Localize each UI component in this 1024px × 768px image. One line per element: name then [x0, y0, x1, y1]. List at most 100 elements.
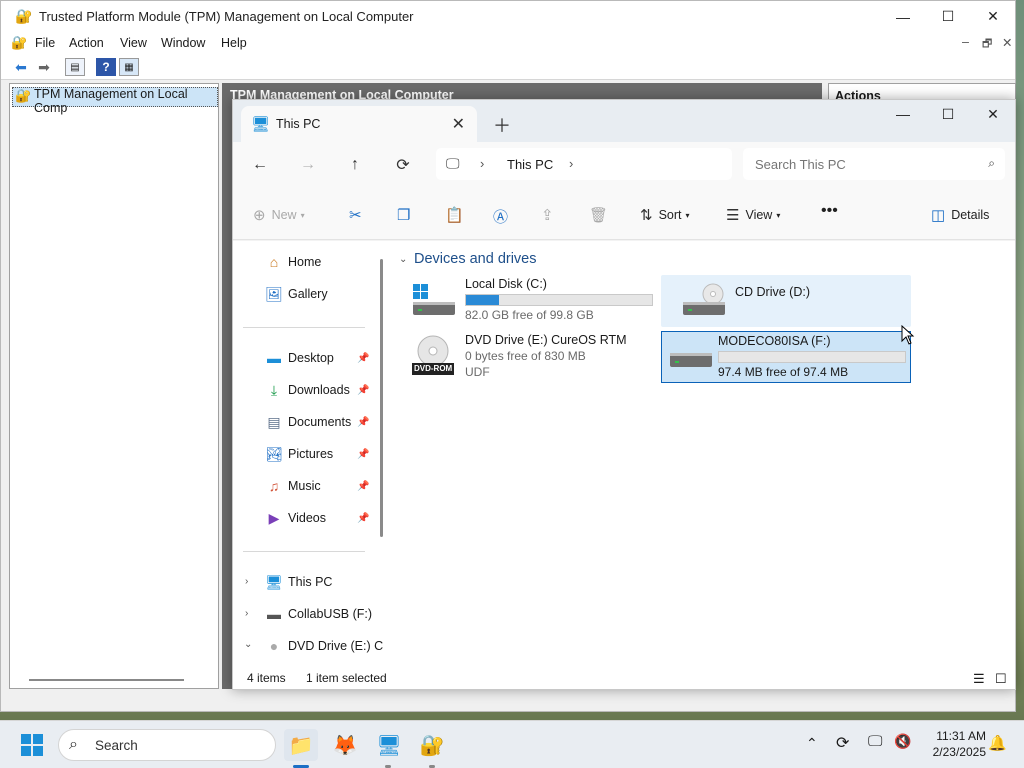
minimize-icon: —	[896, 106, 910, 122]
drive-local-disk-c[interactable]: Local Disk (C:) 82.0 GB free of 99.8 GB	[391, 275, 656, 327]
view-button[interactable]: ☰ View ▾	[726, 206, 780, 224]
show-hide-action-pane-icon[interactable]: ▦	[119, 58, 139, 76]
pin-icon: 📌	[357, 449, 370, 460]
notification-bell-icon[interactable]: 🔔	[988, 734, 1007, 752]
nav-label: CollabUSB (F:)	[288, 607, 373, 621]
paste-button[interactable]: 📋	[445, 206, 470, 224]
nav-item-music[interactable]: ♫ Music	[265, 475, 321, 497]
nav-item-home[interactable]: ⌂ Home	[265, 251, 322, 273]
back-icon[interactable]: ←	[248, 155, 272, 175]
menu-action[interactable]: Action	[69, 36, 104, 50]
see-more-button[interactable]: •••	[821, 202, 838, 220]
start-button[interactable]	[15, 729, 49, 761]
chevron-right-icon[interactable]: ›	[480, 156, 484, 171]
group-collapse-icon[interactable]: ⌄	[399, 254, 407, 265]
explorer-maximize-button[interactable]: ☐	[925, 100, 971, 128]
nav-item-pictures[interactable]: 🏞 Pictures	[265, 443, 333, 465]
breadcrumb-this-pc[interactable]: This PC	[507, 157, 553, 172]
tab-close-icon[interactable]: ✕	[452, 114, 465, 134]
forward-arrow-icon[interactable]: ➡	[34, 58, 54, 76]
volume-muted-icon[interactable]: 🔇	[894, 733, 911, 750]
details-button[interactable]: ◫ Details	[931, 206, 989, 224]
sort-icon: ⇅	[640, 207, 653, 224]
clock-time: 11:31 AM	[936, 729, 986, 743]
child-close-icon[interactable]: ✕	[1002, 35, 1012, 50]
chevron-down-icon[interactable]: ⌄	[244, 639, 252, 650]
dvd-rom-badge: DVD-ROM	[414, 364, 453, 373]
taskbar-tpm-management[interactable]: 🔐	[415, 729, 449, 761]
explorer-close-button[interactable]: ✕	[970, 100, 1016, 128]
menu-window[interactable]: Window	[161, 36, 205, 50]
tab-strip: 🖥 This PC ✕ ＋ — ☐ ✕	[233, 100, 1015, 142]
child-restore-icon[interactable]: 🗗	[982, 35, 992, 54]
copy-button[interactable]: ❐	[397, 206, 416, 224]
cut-button[interactable]: ✂	[349, 206, 368, 224]
plus-icon: ⊕	[253, 207, 266, 224]
menu-view[interactable]: View	[120, 36, 147, 50]
delete-button[interactable]: 🗑	[589, 206, 614, 224]
nav-item-desktop[interactable]: ▬ Desktop	[265, 347, 334, 369]
chevron-right-icon[interactable]: ›	[245, 576, 248, 587]
selection-count: 1 item selected	[306, 671, 387, 685]
mouse-cursor-icon	[901, 325, 915, 345]
share-button[interactable]: ⇪	[541, 206, 560, 224]
clock[interactable]: 11:31 AM 2/23/2025	[933, 728, 986, 760]
menu-help[interactable]: Help	[221, 36, 247, 50]
chevron-up-icon[interactable]: ⌃	[806, 735, 818, 752]
back-arrow-icon[interactable]: ⬅	[11, 58, 31, 76]
sort-button[interactable]: ⇅ Sort ▾	[640, 206, 690, 224]
new-label: New	[271, 208, 297, 222]
nav-vertical-scrollbar[interactable]	[380, 259, 383, 537]
drive-dvd-e[interactable]: DVD-ROM DVD Drive (E:) CureOS RTM 0 byte…	[391, 331, 656, 383]
close-button[interactable]: ✕	[970, 1, 1016, 32]
forward-icon[interactable]: →	[296, 155, 320, 175]
control-panel-icon: 🖥	[376, 734, 402, 757]
new-button[interactable]: ⊕ New ▾	[253, 206, 305, 224]
chevron-right-icon[interactable]: ›	[245, 608, 248, 619]
mmc-doc-icon: 🔐	[11, 35, 28, 50]
child-minimize-icon[interactable]: –	[962, 35, 969, 49]
taskbar-search[interactable]: ⌕ Search	[58, 729, 276, 761]
explorer-minimize-button[interactable]: —	[880, 100, 926, 128]
up-icon[interactable]: ↑	[343, 155, 367, 175]
taskbar-file-explorer[interactable]: 📁	[284, 729, 318, 761]
share-icon: ⇪	[541, 207, 554, 224]
nav-item-documents[interactable]: ▤ Documents	[265, 411, 351, 433]
network-icon[interactable]: 🖵	[868, 733, 882, 750]
help-icon[interactable]: ?	[96, 58, 116, 76]
nav-label: Desktop	[288, 351, 334, 365]
nav-item-collabusb[interactable]: ▬ CollabUSB (F:)	[265, 603, 372, 625]
new-tab-icon[interactable]: ＋	[493, 112, 511, 138]
address-bar[interactable]: 🖵 › This PC ›	[436, 148, 732, 180]
search-box[interactable]: ⌕	[743, 148, 1005, 180]
drive-filesystem: UDF	[465, 365, 490, 379]
nav-item-downloads[interactable]: ⤓ Downloads	[265, 379, 350, 401]
sync-status-icon[interactable]: ⟳	[836, 733, 849, 753]
details-pane-icon: ◫	[931, 207, 946, 224]
search-input[interactable]	[755, 154, 975, 174]
rename-button[interactable]: Ⓐ	[493, 206, 514, 227]
taskbar-firefox[interactable]: 🦊	[328, 729, 362, 761]
tiles-view-icon[interactable]: ☐	[995, 671, 1007, 687]
drive-modeco80isa-f[interactable]: MODECO80ISA (F:) 97.4 MB free of 97.4 MB	[661, 331, 911, 383]
mmc-title-bar[interactable]: 🔐 Trusted Platform Module (TPM) Manageme…	[1, 1, 1015, 32]
nav-item-videos[interactable]: ▶ Videos	[265, 507, 326, 529]
nav-item-dvd-drive[interactable]: ● DVD Drive (E:) C	[265, 635, 383, 657]
minimize-button[interactable]: —	[880, 1, 926, 32]
nav-divider	[243, 551, 365, 552]
chevron-right-icon[interactable]: ›	[569, 156, 573, 171]
devices-group-header[interactable]: Devices and drives	[414, 251, 537, 267]
tree-horizontal-scrollbar[interactable]	[29, 679, 184, 681]
nav-item-gallery[interactable]: 🖼 Gallery	[265, 283, 327, 305]
drive-cd-d[interactable]: CD Drive (D:)	[661, 275, 911, 327]
show-hide-tree-icon[interactable]: ▤	[65, 58, 85, 76]
nav-item-this-pc[interactable]: 🖥 This PC	[265, 571, 332, 593]
tab-this-pc[interactable]: 🖥 This PC ✕	[241, 106, 477, 142]
maximize-button[interactable]: ☐	[925, 1, 971, 32]
ellipsis-icon: •••	[821, 202, 838, 219]
menu-file[interactable]: File	[35, 36, 55, 50]
details-view-icon[interactable]: ☰	[973, 671, 985, 687]
taskbar-control-panel[interactable]: 🖥	[372, 729, 406, 761]
refresh-icon[interactable]: ⟳	[391, 155, 415, 175]
close-icon: ✕	[987, 105, 999, 122]
